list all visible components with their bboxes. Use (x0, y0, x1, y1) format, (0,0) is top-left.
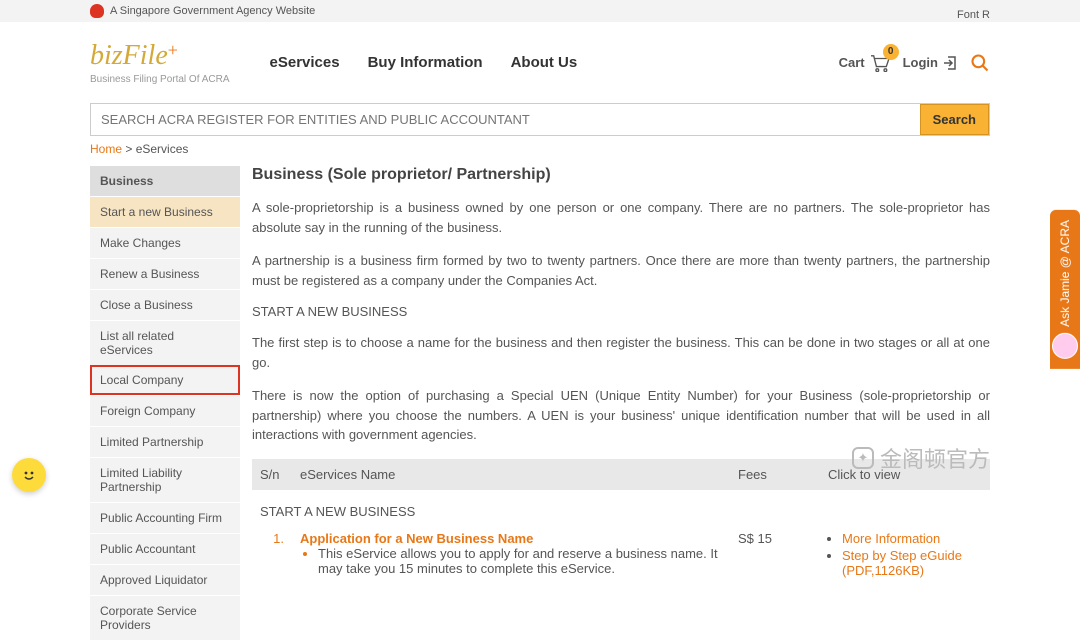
logo-subtitle: Business Filing Portal Of ACRA (90, 74, 230, 85)
bizfile-logo[interactable]: bizFile+ Business Filing Portal Of ACRA (90, 40, 230, 85)
search-icon[interactable] (970, 53, 990, 73)
section-start-business: START A NEW BUSINESS (252, 304, 990, 319)
page-title: Business (Sole proprietor/ Partnership) (252, 166, 990, 184)
sidebar-item-csp[interactable]: Corporate Service Providers (90, 595, 240, 640)
cart-badge: 0 (883, 44, 899, 60)
table-row: 1. Application for a New Business Name T… (252, 525, 990, 586)
sidebar-item-local-company[interactable]: Local Company (90, 365, 240, 395)
link-more-info[interactable]: More Information (842, 531, 940, 546)
nav-buy-information[interactable]: Buy Information (368, 54, 483, 71)
table-section: START A NEW BUSINESS (252, 490, 990, 525)
sidebar-item-list-eservices[interactable]: List all related eServices (90, 320, 240, 365)
nav-eservices[interactable]: eServices (270, 54, 340, 71)
sidebar-item-close-business[interactable]: Close a Business (90, 289, 240, 320)
nav-about-us[interactable]: About Us (511, 54, 578, 71)
cart-icon: 0 (869, 54, 891, 72)
col-name: eServices Name (292, 459, 730, 490)
eservices-table: S/n eServices Name Fees Click to view ST… (252, 459, 990, 586)
link-eguide[interactable]: Step by Step eGuide (PDF,1126KB) (842, 548, 962, 578)
sidebar-head-business[interactable]: Business (90, 166, 240, 196)
sidebar-item-start-business[interactable]: Start a new Business (90, 196, 240, 227)
sidebar-item-renew-business[interactable]: Renew a Business (90, 258, 240, 289)
lion-icon (90, 4, 104, 18)
sidebar-item-limited-partnership[interactable]: Limited Partnership (90, 426, 240, 457)
search-input[interactable] (91, 104, 920, 135)
breadcrumb: Home > eServices (90, 142, 990, 156)
para-4: There is now the option of purchasing a … (252, 386, 990, 445)
ask-jamie-tab[interactable]: Ask Jamie @ ACRA (1050, 210, 1080, 369)
intro-para-2: A partnership is a business firm formed … (252, 251, 990, 290)
login-button[interactable]: Login (903, 55, 958, 71)
sidebar-item-llp[interactable]: Limited Liability Partnership (90, 457, 240, 502)
sidebar-item-approved-liquidator[interactable]: Approved Liquidator (90, 564, 240, 595)
row-num: 1. (252, 525, 292, 586)
gov-text: A Singapore Government Agency Website (110, 5, 315, 17)
search-button[interactable]: Search (920, 104, 989, 135)
eservice-link-new-business-name[interactable]: Application for a New Business Name (300, 531, 533, 546)
sidebar-item-make-changes[interactable]: Make Changes (90, 227, 240, 258)
intro-para-1: A sole-proprietorship is a business owne… (252, 198, 990, 237)
login-icon (942, 55, 958, 71)
sidebar-item-public-accountant[interactable]: Public Accountant (90, 533, 240, 564)
font-resizer[interactable]: Font R (957, 9, 990, 21)
sidebar: Business Start a new Business Make Chang… (90, 166, 240, 640)
sidebar-item-public-accounting-firm[interactable]: Public Accounting Firm (90, 502, 240, 533)
col-sn: S/n (252, 459, 292, 490)
cart-button[interactable]: Cart 0 (839, 54, 891, 72)
search-bar: Search (90, 103, 990, 136)
col-click: Click to view (820, 459, 990, 490)
sidebar-item-foreign-company[interactable]: Foreign Company (90, 395, 240, 426)
breadcrumb-current: eServices (136, 142, 189, 156)
feedback-smiley-button[interactable] (12, 458, 46, 492)
jamie-avatar-icon (1052, 333, 1078, 359)
row-fee: S$ 15 (730, 525, 820, 586)
breadcrumb-home[interactable]: Home (90, 142, 122, 156)
eservice-desc: This eService allows you to apply for an… (318, 546, 718, 576)
para-3: The first step is to choose a name for t… (252, 333, 990, 372)
col-fees: Fees (730, 459, 820, 490)
